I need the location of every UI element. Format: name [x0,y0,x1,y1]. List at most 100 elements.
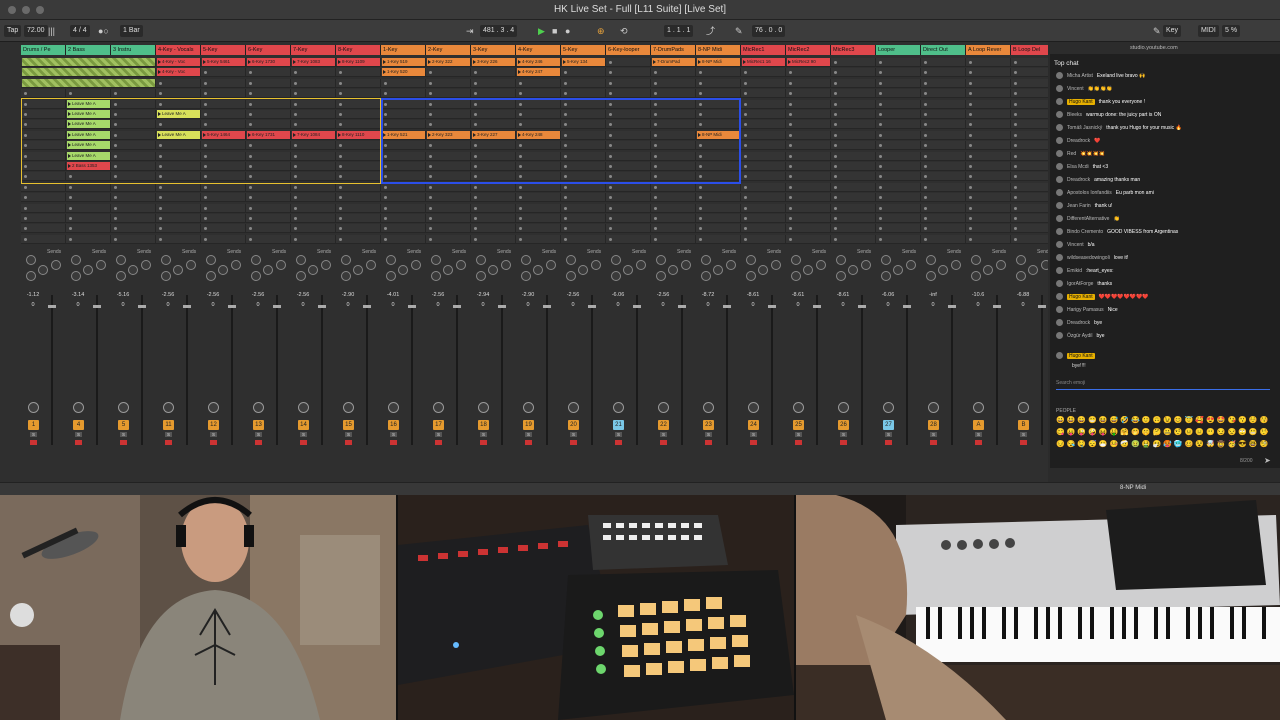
clip-slot[interactable] [246,214,291,223]
clip-slot[interactable] [921,234,966,244]
volume-fader[interactable] [588,305,596,308]
clip-stop-icon[interactable] [744,217,747,220]
clip-slot[interactable] [201,214,246,223]
solo-button[interactable]: S [795,432,802,437]
clip-slot[interactable] [516,224,561,234]
send-knob[interactable] [803,265,813,275]
clip-stop-icon[interactable] [654,237,657,241]
clip-slot[interactable] [876,141,921,151]
clip-stop-icon[interactable] [384,206,387,210]
clip-stop-icon[interactable] [699,237,702,241]
clip-slot[interactable] [786,172,831,182]
solo-button[interactable]: S [705,432,712,437]
send-knob[interactable] [1041,260,1048,270]
solo-button[interactable]: S [120,432,127,437]
clip-slot[interactable] [516,78,561,88]
volume-fader[interactable] [543,305,551,308]
pencil-icon[interactable]: ✎ [735,25,743,37]
track-header[interactable]: 2 Bass [66,45,111,55]
clip-slot[interactable] [876,203,921,213]
volume-fader[interactable] [363,305,371,308]
track-activator-button[interactable]: 16 [388,420,399,430]
emoji-row[interactable]: 😋😛😜🤪😝🤑🤗🤭🤫🤔🤐🤨😐😑😶😏😒🙄😬🤥😌 [1056,428,1268,438]
clip-stop-icon[interactable] [834,206,837,210]
arm-button[interactable] [840,440,847,445]
clip-slot[interactable] [651,78,696,88]
solo-button[interactable]: S [75,432,82,437]
pan-readout[interactable]: 0 [338,302,358,308]
clip-stop-icon[interactable] [429,185,432,189]
clip-stop-icon[interactable] [789,165,792,168]
clip-stop-icon[interactable] [24,185,27,189]
solo-button[interactable]: S [525,432,532,437]
clip-stop-icon[interactable] [789,133,792,137]
clip-stop-icon[interactable] [474,81,477,85]
solo-button[interactable]: S [30,432,37,437]
track-activator-button[interactable]: 22 [658,420,669,430]
clip-stop-icon[interactable] [1014,165,1017,168]
send-knob[interactable] [51,260,61,270]
clip-slot[interactable] [471,203,516,213]
clip-slot[interactable] [741,182,786,192]
send-knob[interactable] [128,265,138,275]
clip-stop-icon[interactable] [834,61,837,64]
clip-stop-icon[interactable] [969,154,972,158]
send-knob[interactable] [38,265,48,275]
clip-slot[interactable] [966,78,1011,88]
send-knob[interactable] [476,255,486,265]
clip-stop-icon[interactable] [924,81,927,85]
clip-slot[interactable] [921,89,966,99]
send-knob[interactable] [521,255,531,265]
clip-slot[interactable] [291,234,336,244]
clip-stop-icon[interactable] [339,237,342,241]
clip-slot[interactable] [921,120,966,130]
clip-stop-icon[interactable] [339,185,342,189]
clip-slot[interactable] [651,234,696,244]
clip-slot[interactable] [741,99,786,109]
solo-button[interactable]: S [390,432,397,437]
send-knob[interactable] [938,265,948,275]
clip-slot[interactable] [516,193,561,203]
clip-stop-icon[interactable] [654,217,657,220]
clip-slot[interactable] [246,224,291,234]
clip-stop-icon[interactable] [384,217,387,220]
track-activator-button[interactable]: A [973,420,984,430]
send-knob[interactable] [636,260,646,270]
solo-button[interactable]: S [615,432,622,437]
clip-stop-icon[interactable] [834,133,837,137]
clip-slot[interactable] [966,162,1011,171]
clip-slot[interactable] [336,224,381,234]
clip-slot[interactable] [381,214,426,223]
clip-slot[interactable] [426,182,471,192]
volume-readout[interactable]: -8.61 [833,292,853,298]
solo-button[interactable]: S [210,432,217,437]
clip-stop-icon[interactable] [429,81,432,85]
group-clip[interactable] [22,78,155,87]
clip-stop-icon[interactable] [609,185,612,189]
send-knob[interactable] [771,260,781,270]
clip-slot[interactable] [21,203,66,213]
clip-stop-icon[interactable] [1014,133,1017,137]
emoji-row[interactable]: 😔😪🤤😴😷🤒🤕🤢🤮🤧🥵🥶🥴😵🤯🤠🥳😎🤓🧐😕 [1056,440,1268,450]
clip-stop-icon[interactable] [924,185,927,189]
clip-stop-icon[interactable] [609,237,612,241]
clip[interactable]: MicRec1 16 [742,58,785,66]
volume-readout[interactable]: -8.61 [788,292,808,298]
send-knob[interactable] [816,260,826,270]
track-header[interactable]: MicRec1 [741,45,786,55]
send-knob[interactable] [848,265,858,275]
clip-stop-icon[interactable] [294,185,297,189]
clip-slot[interactable] [291,224,336,234]
clip-slot[interactable] [246,78,291,88]
clip-slot[interactable] [921,151,966,161]
clip-slot[interactable] [741,89,786,99]
track-header[interactable]: 8-NP Midi [696,45,741,55]
message-author[interactable]: Jean Farin [1067,203,1091,209]
clip-slot[interactable] [741,110,786,119]
clip-stop-icon[interactable] [519,206,522,210]
clip-slot[interactable] [741,141,786,151]
send-knob[interactable] [701,271,711,281]
clip-slot[interactable] [831,224,876,234]
clip-slot[interactable] [831,130,876,140]
clip-slot[interactable] [786,182,831,192]
